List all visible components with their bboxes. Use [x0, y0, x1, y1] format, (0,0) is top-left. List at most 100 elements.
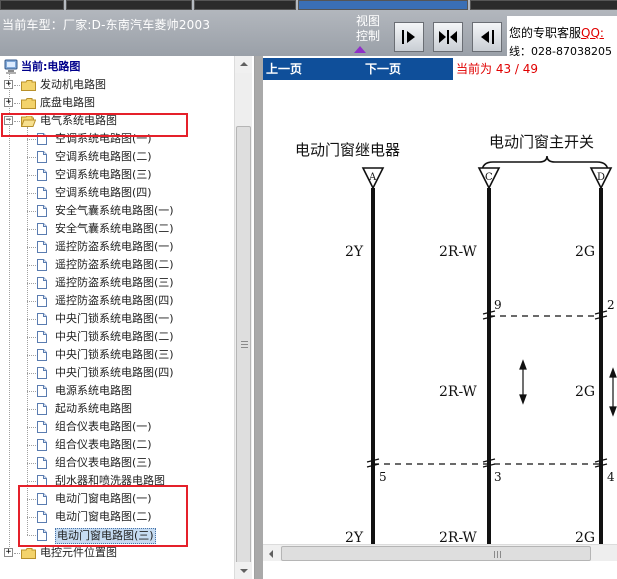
scroll-left-button[interactable] [263, 545, 280, 562]
scroll-down-button[interactable] [235, 562, 252, 579]
tree-item-label: 遥控防盗系统电路图(一) [55, 240, 174, 253]
tree-item-label: 空调系统电路图(二) [55, 150, 152, 163]
tree-doc-item[interactable]: 遥控防盗系统电路图(三) [0, 274, 234, 292]
service-phone: 线：028-87038205 [509, 45, 612, 56]
tree-doc-item[interactable]: 组合仪表电路图(一) [0, 418, 234, 436]
tree-item-label: 中央门锁系统电路图(三) [55, 348, 174, 361]
viewer-horizontal-scrollbar[interactable] [263, 544, 617, 562]
service-qq-link[interactable]: QQ: [581, 26, 604, 40]
tree-item-label: 电源系统电路图 [55, 384, 132, 397]
tree-doc-item[interactable]: 空调系统电路图(二) [0, 148, 234, 166]
viewer-bottom-area [263, 561, 617, 579]
tree-doc-item[interactable]: 空调系统电路图(四) [0, 184, 234, 202]
tree-item-label: 安全气囊系统电路图(二) [55, 222, 174, 235]
tree-item-label: 底盘电路图 [40, 96, 95, 109]
tree-item-label: 发动机电路图 [40, 78, 106, 91]
pin-label: 5 [379, 470, 387, 484]
tree-folder-item[interactable]: + 底盘电路图 [0, 94, 234, 112]
expand-icon[interactable]: + [4, 548, 13, 557]
forward-page-button[interactable] [394, 22, 424, 52]
previous-page-button[interactable]: 上一页 [263, 58, 357, 80]
tree-item-label: 中央门锁系统电路图(四) [55, 366, 174, 379]
fit-page-icon [439, 30, 457, 44]
next-page-button[interactable]: 下一页 [357, 58, 453, 80]
tree-item-label: 空调系统电路图(四) [55, 186, 152, 199]
back-page-icon [481, 30, 494, 44]
top-tab[interactable] [194, 0, 296, 10]
folder-icon [21, 97, 36, 109]
tree-doc-item[interactable]: 中央门锁系统电路图(一) [0, 310, 234, 328]
tree-item-label: 组合仪表电路图(三) [55, 456, 152, 469]
top-banner: 当前车型：厂家:D-东南汽车菱帅2003 视图 控制 您的专职客服QQ: 线：0… [0, 0, 617, 56]
view-control-label: 视图 控制 [352, 14, 384, 53]
tree-doc-item[interactable]: 组合仪表电路图(三) [0, 454, 234, 472]
document-icon [37, 259, 47, 271]
folder-icon [21, 547, 36, 559]
wire-label: 2R-W [439, 244, 477, 260]
tree-doc-item[interactable]: 遥控防盗系统电路图(二) [0, 256, 234, 274]
fit-page-button[interactable] [433, 22, 463, 52]
top-tab[interactable] [470, 0, 617, 10]
tree-item-label: 起动系统电路图 [55, 402, 132, 415]
tree-doc-item[interactable]: 遥控防盗系统电路图(四) [0, 292, 234, 310]
document-icon [37, 331, 47, 343]
tree-doc-item[interactable]: 电源系统电路图 [0, 382, 234, 400]
top-tab[interactable] [0, 0, 64, 10]
tree-doc-item[interactable]: 安全气囊系统电路图(一) [0, 202, 234, 220]
document-icon [37, 241, 47, 253]
scroll-up-button[interactable] [235, 56, 252, 73]
car-model-info: 当前车型：厂家:D-东南汽车菱帅2003 [2, 18, 211, 32]
tree-doc-item[interactable]: 遥控防盗系统电路图(一) [0, 238, 234, 256]
document-icon [37, 367, 47, 379]
document-icon [37, 421, 47, 433]
highlight-annotation-box [1, 113, 188, 137]
view-control-label-line2: 控制 [355, 29, 380, 43]
directory-tree: 当前:电路图 + 发动机电路图 + 底盘电路图 − 电气系统电路图 空调系统电路图(一) 空调系… [0, 56, 234, 579]
connector-d-label: D [597, 172, 605, 183]
tree-item-label: 遥控防盗系统电路图(四) [55, 294, 174, 307]
document-icon [37, 439, 47, 451]
wire-label: 2R-W [439, 530, 477, 544]
tree-doc-item[interactable]: 中央门锁系统电路图(三) [0, 346, 234, 364]
scroll-thumb[interactable] [236, 126, 251, 564]
tree-connector-line [9, 74, 10, 549]
tree-vertical-scrollbar[interactable] [234, 56, 252, 579]
service-label: 您的专职客服 [509, 26, 582, 40]
tree-panel: 当前:电路图 + 发动机电路图 + 底盘电路图 − 电气系统电路图 空调系统电路图(一) 空调系… [0, 56, 255, 579]
document-icon [37, 223, 47, 235]
pin-label: 4 [607, 470, 615, 484]
tree-doc-item[interactable]: 中央门锁系统电路图(四) [0, 364, 234, 382]
horizontal-scroll-thumb[interactable] [281, 546, 591, 561]
tree-doc-item[interactable]: 空调系统电路图(三) [0, 166, 234, 184]
service-line-1: 您的专职客服QQ: [509, 24, 604, 41]
wire-label: 2G [575, 384, 595, 400]
tree-item-label: 遥控防盗系统电路图(二) [55, 258, 174, 271]
view-control-label-line1: 视图 [355, 14, 380, 28]
wire-label: 2G [575, 244, 595, 260]
arrow-down-icon [240, 569, 248, 573]
wire-label: 2Y [345, 244, 364, 260]
tree-doc-item[interactable]: 组合仪表电路图(二) [0, 436, 234, 454]
tree-item-label: 遥控防盗系统电路图(三) [55, 276, 174, 289]
document-icon [37, 169, 47, 181]
tree-doc-item[interactable]: 中央门锁系统电路图(二) [0, 328, 234, 346]
pin-label: 2 [607, 298, 615, 312]
tree-doc-item[interactable]: 起动系统电路图 [0, 400, 234, 418]
pin-label: 3 [494, 470, 502, 484]
back-page-button[interactable] [472, 22, 502, 52]
customer-service-box: 您的专职客服QQ: 线：028-87038205 [507, 16, 617, 56]
tree-item-label: 中央门锁系统电路图(二) [55, 330, 174, 343]
relay-title: 电动门窗继电器 [295, 141, 400, 159]
top-tab[interactable] [298, 0, 468, 10]
switch-brace [481, 155, 609, 173]
tree-doc-item[interactable]: 安全气囊系统电路图(二) [0, 220, 234, 238]
document-icon [37, 187, 47, 199]
tree-item-label: 中央门锁系统电路图(一) [55, 312, 174, 325]
connector-a-label: A [368, 172, 377, 183]
toggle-triangle-icon[interactable] [354, 46, 366, 53]
top-tab[interactable] [66, 0, 192, 10]
document-icon [37, 313, 47, 325]
tree-folder-item[interactable]: + 发动机电路图 [0, 76, 234, 94]
connector-c-label: C [485, 172, 493, 183]
document-icon [37, 205, 47, 217]
